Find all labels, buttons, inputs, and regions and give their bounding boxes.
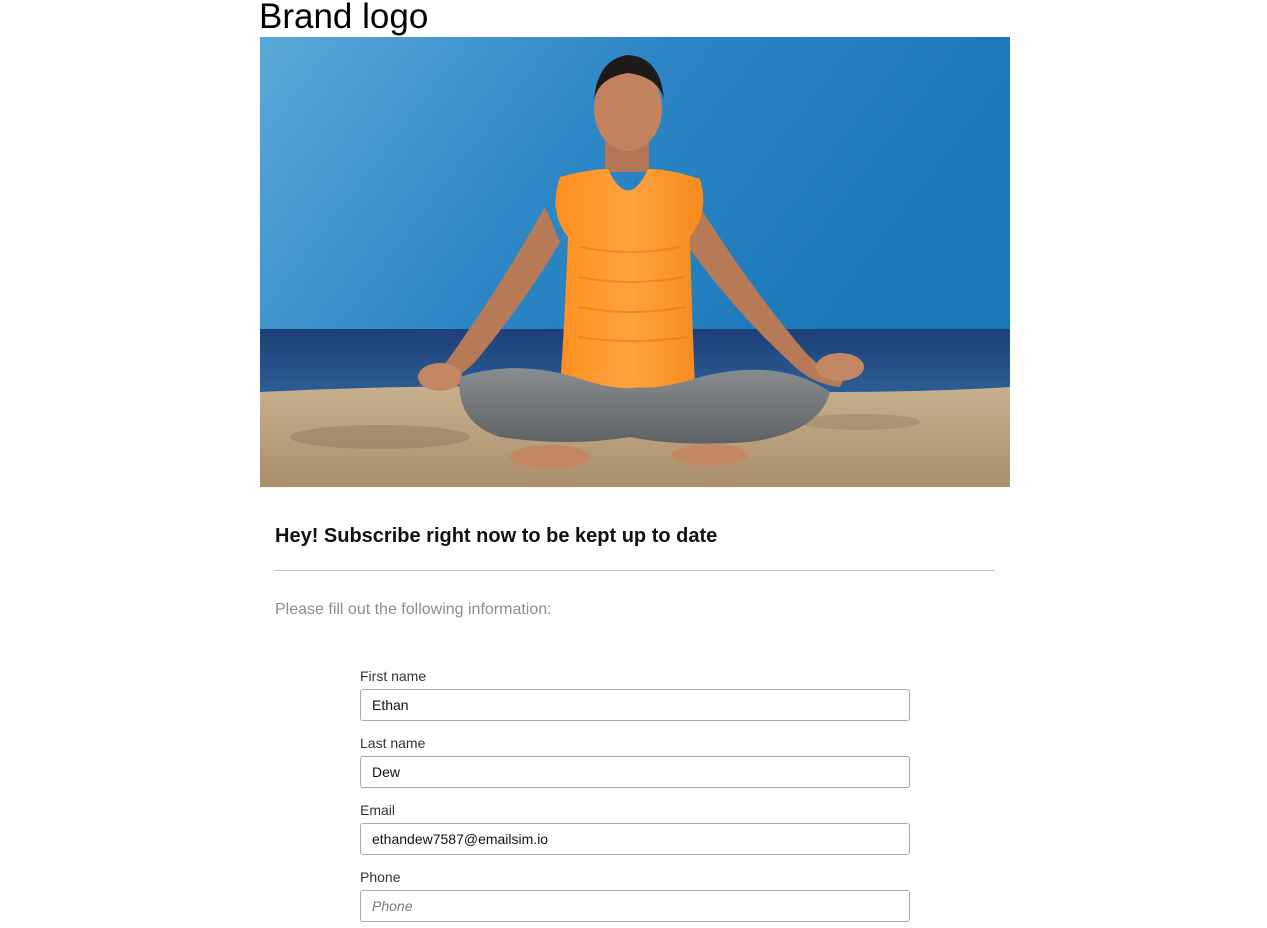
- form-intro: Please fill out the following informatio…: [275, 601, 552, 618]
- first-name-input[interactable]: [360, 689, 910, 721]
- last-name-input[interactable]: [360, 756, 910, 788]
- subscribe-form: First name Last name Email Phone: [360, 666, 910, 928]
- first-name-label: First name: [360, 668, 427, 684]
- phone-input[interactable]: [360, 890, 910, 922]
- divider: [275, 570, 995, 571]
- email-input[interactable]: [360, 823, 910, 855]
- email-field-group: Email: [360, 800, 910, 855]
- page: Brand logo Hey! Subscribe right now to b…: [0, 0, 1267, 928]
- phone-field-group: Phone: [360, 867, 910, 922]
- subscribe-headline: Hey! Subscribe right now to be kept up t…: [275, 525, 718, 547]
- hero-image: [260, 37, 1010, 487]
- brand-logo[interactable]: Brand logo: [259, 0, 428, 36]
- email-label: Email: [360, 802, 396, 818]
- last-name-label: Last name: [360, 735, 426, 751]
- last-name-field-group: Last name: [360, 733, 910, 788]
- first-name-field-group: First name: [360, 666, 910, 721]
- meditation-photo: [260, 37, 1010, 487]
- subscribe-card: Hey! Subscribe right now to be kept up t…: [275, 520, 995, 621]
- phone-label: Phone: [360, 869, 401, 885]
